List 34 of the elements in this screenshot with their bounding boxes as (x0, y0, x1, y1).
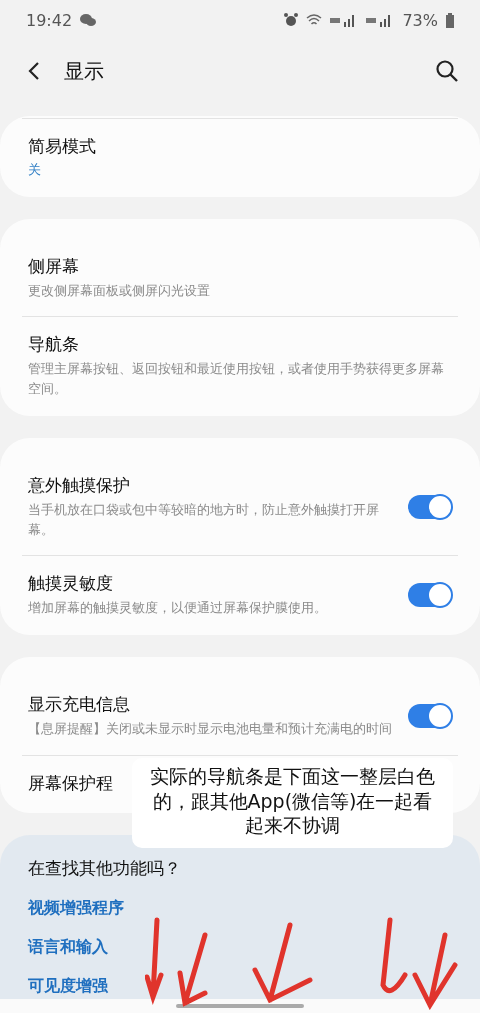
setting-description: 【息屏提醒】关闭或未显示时显示电池电量和预计充满电的时间 (28, 720, 392, 739)
setting-title: 显示充电信息 (28, 693, 130, 717)
toggle-switch[interactable] (408, 494, 452, 519)
setting-title: 简易模式 (28, 135, 96, 158)
setting-title: 侧屏幕 (28, 255, 79, 278)
setting-description: 当手机放在口袋或包中等较暗的地方时，防止意外触摸打开屏幕。 (28, 501, 380, 539)
setting-description: 增加屏幕的触摸灵敏度，以便通过屏幕保护膜使用。 (28, 598, 328, 617)
wifi-icon (306, 13, 323, 27)
settings-row[interactable]: 侧屏幕 更改侧屏幕面板或侧屏闪光设置 (22, 239, 458, 317)
setting-value: 关 (28, 161, 42, 179)
search-icon[interactable] (436, 60, 458, 82)
suggestions-title: 在查找其他功能吗？ (28, 856, 181, 880)
page-title: 显示 (64, 57, 104, 85)
toggle-switch[interactable] (408, 582, 452, 607)
settings-row[interactable]: 意外触摸保护 当手机放在口袋或包中等较暗的地方时，防止意外触摸打开屏幕。 (22, 458, 458, 555)
setting-description: 更改侧屏幕面板或侧屏闪光设置 (28, 282, 211, 300)
toggle-switch[interactable] (408, 703, 452, 728)
settings-row[interactable]: 简易模式 关 (22, 118, 458, 195)
setting-title: 导航条 (28, 333, 79, 357)
setting-description: 管理主屏幕按钮、返回按钮和最近使用按钮，或者使用手势获得更多屏幕空间。 (28, 360, 445, 398)
settings-row[interactable]: 导航条 管理主屏幕按钮、返回按钮和最近使用按钮，或者使用手势获得更多屏幕空间。 (22, 316, 458, 415)
settings-row[interactable]: 触摸灵敏度 增加屏幕的触摸灵敏度，以便通过屏幕保护膜使用。 (22, 554, 458, 634)
settings-row[interactable]: 显示充电信息 【息屏提醒】关闭或未显示时显示电池电量和预计充满电的时间 (22, 677, 458, 755)
home-handle[interactable] (176, 1004, 304, 1008)
back-icon[interactable] (28, 61, 40, 81)
status-time: 19:42 (26, 10, 73, 30)
suggestion-link[interactable]: 语言和输入 (28, 936, 108, 958)
battery-icon (446, 12, 454, 28)
setting-title: 屏幕保护程 (28, 771, 113, 795)
setting-title: 触摸灵敏度 (28, 571, 113, 595)
battery-percent: 73% (402, 10, 438, 30)
suggestion-link[interactable]: 可见度增强 (28, 975, 108, 997)
setting-title: 意外触摸保护 (28, 474, 130, 498)
suggestion-link[interactable]: 视频增强程序 (28, 897, 124, 919)
